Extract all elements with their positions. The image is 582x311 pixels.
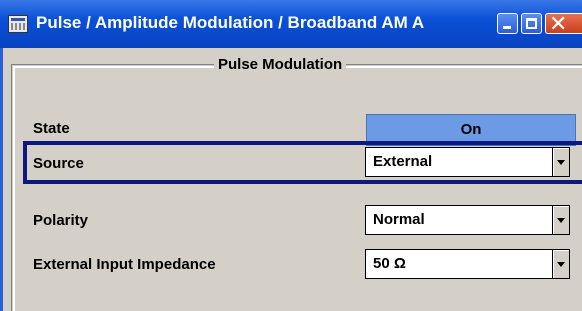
- chevron-down-icon[interactable]: [552, 205, 570, 235]
- impedance-select-value: 50 Ω: [373, 255, 406, 272]
- minimize-icon: [503, 26, 511, 29]
- source-label: Source: [33, 155, 84, 172]
- pulse-modulation-window: Pulse / Amplitude Modulation / Broadband…: [0, 0, 582, 311]
- groupbox-title: Pulse Modulation: [214, 56, 347, 73]
- impedance-label: External Input Impedance: [33, 256, 216, 273]
- chevron-down-icon[interactable]: [552, 147, 570, 177]
- polarity-select[interactable]: Normal: [365, 205, 570, 235]
- source-select[interactable]: External: [365, 147, 570, 177]
- app-window-icon: [8, 15, 28, 33]
- close-button[interactable]: ✕: [545, 12, 582, 37]
- state-label: State: [33, 120, 70, 137]
- close-icon: ✕: [549, 12, 568, 37]
- title-bar[interactable]: Pulse / Amplitude Modulation / Broadband…: [0, 0, 582, 48]
- polarity-label: Polarity: [33, 212, 89, 229]
- maximize-icon: [526, 18, 537, 29]
- impedance-select[interactable]: 50 Ω: [365, 249, 570, 279]
- polarity-select-value: Normal: [373, 211, 425, 228]
- chevron-down-icon[interactable]: [552, 249, 570, 279]
- minimize-button[interactable]: [497, 13, 518, 34]
- maximize-button[interactable]: [521, 13, 542, 34]
- source-select-value: External: [373, 153, 433, 170]
- window-title: Pulse / Amplitude Modulation / Broadband…: [36, 13, 425, 32]
